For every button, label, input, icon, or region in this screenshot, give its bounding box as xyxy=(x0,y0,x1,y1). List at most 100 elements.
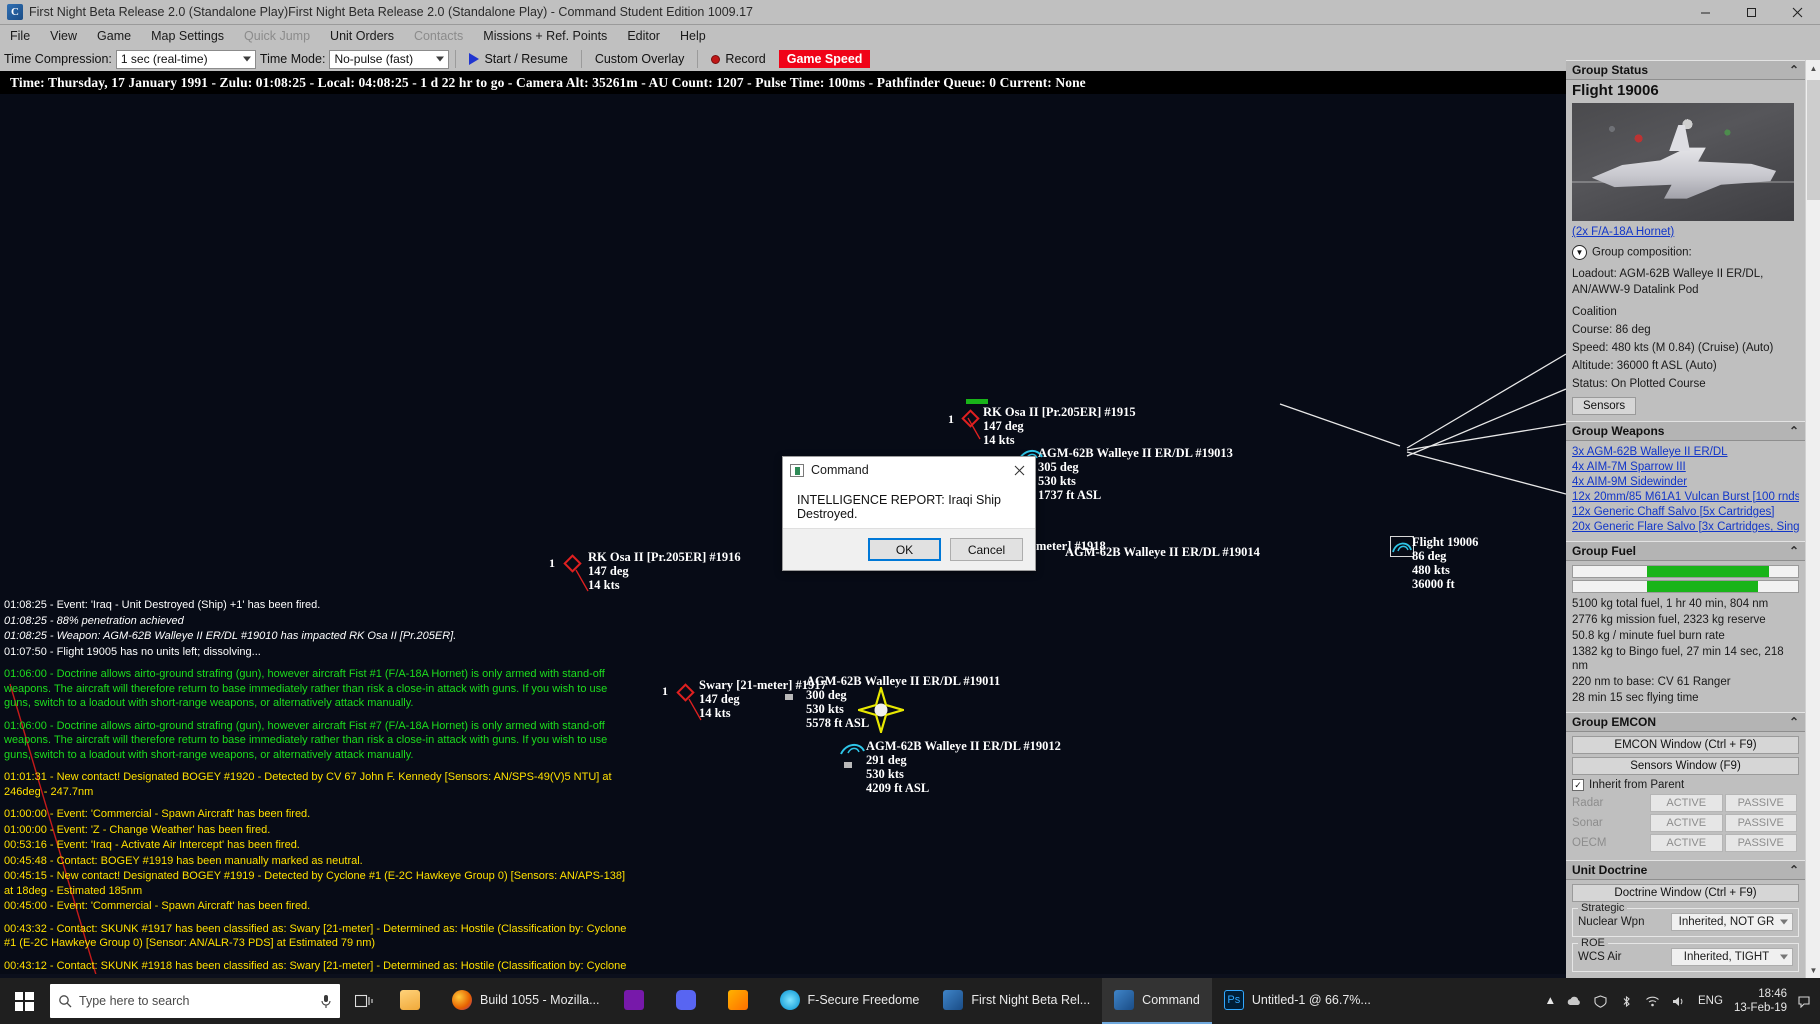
unit-course: 86 deg xyxy=(1412,549,1478,563)
section-group-fuel-header[interactable]: Group Fuel ⌃ xyxy=(1566,541,1805,561)
weapon-link[interactable]: 12x Generic Chaff Salvo [5x Cartridges] xyxy=(1572,505,1799,520)
unit-label-rk-osa-1916[interactable]: RK Osa II [Pr.205ER] #1916 147 deg 14 kt… xyxy=(588,550,741,592)
scrollbar-thumb[interactable] xyxy=(1807,80,1820,200)
checkbox-checked-icon[interactable]: ✓ xyxy=(1572,779,1584,791)
nuclear-wpn-select[interactable]: Inherited, NOT GR xyxy=(1671,913,1793,931)
show-hidden-icons-button[interactable]: ▲ xyxy=(1545,995,1556,1007)
scroll-up-icon[interactable]: ▲ xyxy=(1806,60,1820,76)
menu-map-settings[interactable]: Map Settings xyxy=(141,27,234,45)
language-indicator[interactable]: ENG xyxy=(1698,995,1723,1007)
group-composition-row[interactable]: ▼Group composition: xyxy=(1572,245,1799,260)
weapon-link[interactable]: 12x 20mm/85 M61A1 Vulcan Burst [100 rnds… xyxy=(1572,490,1799,505)
chevron-up-icon[interactable]: ⌃ xyxy=(1789,715,1799,729)
custom-overlay-button[interactable]: Custom Overlay xyxy=(588,51,692,67)
weapon-link[interactable]: 4x AIM-7M Sparrow III xyxy=(1572,460,1799,475)
taskbar-item-first-night[interactable]: First Night Beta Rel... xyxy=(931,978,1102,1024)
network-icon[interactable] xyxy=(1645,995,1660,1008)
search-placeholder-text: Type here to search xyxy=(79,994,189,1008)
chevron-down-icon[interactable]: ▼ xyxy=(1572,245,1587,260)
menu-missions-ref-points[interactable]: Missions + Ref. Points xyxy=(473,27,617,45)
intelligence-report-dialog[interactable]: Command INTELLIGENCE REPORT: Iraqi Ship … xyxy=(782,456,1036,571)
taskbar-item-discord[interactable] xyxy=(664,978,716,1024)
section-group-status-header[interactable]: Group Status ⌃ xyxy=(1566,60,1805,80)
taskbar-item-photoshop[interactable]: Ps Untitled-1 @ 66.7%... xyxy=(1212,978,1383,1024)
taskbar-item-file-explorer[interactable] xyxy=(388,978,440,1024)
sensors-window-button[interactable]: Sensors Window (F9) xyxy=(1572,757,1799,775)
scroll-down-icon[interactable]: ▼ xyxy=(1806,962,1820,978)
minimize-button[interactable] xyxy=(1682,0,1728,25)
taskbar-clock[interactable]: 18:46 13-Feb-19 xyxy=(1734,987,1787,1015)
weapon-arc-icon[interactable] xyxy=(840,740,866,758)
section-group-weapons-header[interactable]: Group Weapons ⌃ xyxy=(1566,421,1805,441)
menu-editor[interactable]: Editor xyxy=(617,27,670,45)
taskbar-item-onenote[interactable] xyxy=(612,978,664,1024)
taskbar-item-firefox[interactable]: Build 1055 - Mozilla... xyxy=(440,978,612,1024)
chevron-up-icon[interactable]: ⌃ xyxy=(1789,424,1799,438)
command-app-icon xyxy=(790,464,804,477)
radar-passive-button[interactable]: PASSIVE xyxy=(1725,794,1798,812)
shield-icon[interactable] xyxy=(1593,995,1608,1008)
chevron-up-icon[interactable]: ⌃ xyxy=(1789,63,1799,77)
log-entry: 00:45:00 - Event: 'Commercial - Spawn Ai… xyxy=(4,899,636,914)
log-entry: 00:43:12 - Contact: SKUNK #1918 has been… xyxy=(4,959,636,975)
menu-view[interactable]: View xyxy=(40,27,87,45)
sidebar-scrollbar[interactable]: ▲ ▼ xyxy=(1805,60,1820,978)
log-entry: 00:53:16 - Event: 'Iraq - Activate Air I… xyxy=(4,838,636,853)
doctrine-window-button[interactable]: Doctrine Window (Ctrl + F9) xyxy=(1572,884,1799,902)
sonar-active-button[interactable]: ACTIVE xyxy=(1650,814,1723,832)
weapon-link[interactable]: 20x Generic Flare Salvo [3x Cartridges, … xyxy=(1572,520,1799,535)
sensors-button[interactable]: Sensors xyxy=(1572,397,1636,415)
unit-label-agm-19012[interactable]: AGM-62B Walleye II ER/DL #19012 291 deg … xyxy=(866,739,1061,795)
cancel-button[interactable]: Cancel xyxy=(950,538,1023,561)
weapon-link[interactable]: 3x AGM-62B Walleye II ER/DL xyxy=(1572,445,1799,460)
ok-button[interactable]: OK xyxy=(868,538,941,561)
inherit-from-parent-row[interactable]: ✓ Inherit from Parent xyxy=(1572,779,1799,791)
weapon-link[interactable]: 4x AIM-9M Sidewinder xyxy=(1572,475,1799,490)
unit-name: AGM-62B Walleye II ER/DL #19014 xyxy=(1065,545,1260,559)
bluetooth-icon[interactable] xyxy=(1619,995,1634,1008)
taskbar-item-command[interactable]: Command xyxy=(1102,978,1212,1024)
volume-icon[interactable] xyxy=(1671,995,1687,1008)
maximize-button[interactable] xyxy=(1728,0,1774,25)
notifications-icon[interactable] xyxy=(1798,995,1810,1008)
chevron-up-icon[interactable]: ⌃ xyxy=(1789,863,1799,877)
time-compression-select[interactable]: 1 sec (real-time) xyxy=(116,50,256,69)
emcon-window-button[interactable]: EMCON Window (Ctrl + F9) xyxy=(1572,736,1799,754)
right-sidebar[interactable]: Group Status ⌃ Flight 19006 (2x F/A-18A … xyxy=(1566,60,1820,978)
start-resume-button[interactable]: Start / Resume xyxy=(462,51,574,67)
friendly-aircraft-icon[interactable] xyxy=(1392,538,1412,555)
sonar-passive-button[interactable]: PASSIVE xyxy=(1725,814,1798,832)
start-button[interactable] xyxy=(0,978,48,1024)
section-unit-doctrine-header[interactable]: Unit Doctrine ⌃ xyxy=(1566,860,1805,880)
close-button[interactable] xyxy=(1774,0,1820,25)
time-mode-select[interactable]: No-pulse (fast) xyxy=(329,50,449,69)
menu-help[interactable]: Help xyxy=(670,27,716,45)
section-group-emcon-header[interactable]: Group EMCON ⌃ xyxy=(1566,712,1805,732)
event-log[interactable]: 01:08:25 - Event: 'Iraq - Unit Destroyed… xyxy=(0,594,640,974)
menu-game[interactable]: Game xyxy=(87,27,141,45)
task-view-button[interactable] xyxy=(340,978,388,1024)
radar-active-button[interactable]: ACTIVE xyxy=(1650,794,1723,812)
start-resume-label: Start / Resume xyxy=(484,52,567,66)
taskbar-search-box[interactable]: Type here to search xyxy=(50,984,340,1018)
selected-unit-star-icon[interactable] xyxy=(858,687,904,733)
taskbar-item-fsecure[interactable]: F-Secure Freedome xyxy=(768,978,932,1024)
microphone-icon[interactable] xyxy=(320,994,332,1009)
oecm-active-button[interactable]: ACTIVE xyxy=(1650,834,1723,852)
log-entry: 00:45:48 - Contact: BOGEY #1919 has been… xyxy=(4,854,636,869)
menu-unit-orders[interactable]: Unit Orders xyxy=(320,27,404,45)
onedrive-icon[interactable] xyxy=(1567,995,1582,1008)
unit-label-rk-osa-1915[interactable]: RK Osa II [Pr.205ER] #1915 147 deg 14 kt… xyxy=(983,405,1136,447)
unit-label-agm-19013[interactable]: AGM-62B Walleye II ER/DL #19013 305 deg … xyxy=(1038,446,1233,502)
chevron-up-icon[interactable]: ⌃ xyxy=(1789,544,1799,558)
aircraft-type-link[interactable]: (2x F/A-18A Hornet) xyxy=(1572,225,1799,240)
unit-label-agm-19014[interactable]: AGM-62B Walleye II ER/DL #19014 xyxy=(1065,545,1260,559)
wcs-air-select[interactable]: Inherited, TIGHT xyxy=(1671,948,1793,966)
unit-label-flight-19006[interactable]: Flight 19006 86 deg 480 kts 36000 ft xyxy=(1412,535,1478,591)
dialog-close-icon[interactable] xyxy=(1003,457,1035,483)
menu-file[interactable]: File xyxy=(0,27,40,45)
oecm-passive-button[interactable]: PASSIVE xyxy=(1725,834,1798,852)
record-button[interactable]: Record xyxy=(704,51,772,67)
game-speed-badge[interactable]: Game Speed xyxy=(779,50,871,68)
taskbar-item-sublime[interactable] xyxy=(716,978,768,1024)
